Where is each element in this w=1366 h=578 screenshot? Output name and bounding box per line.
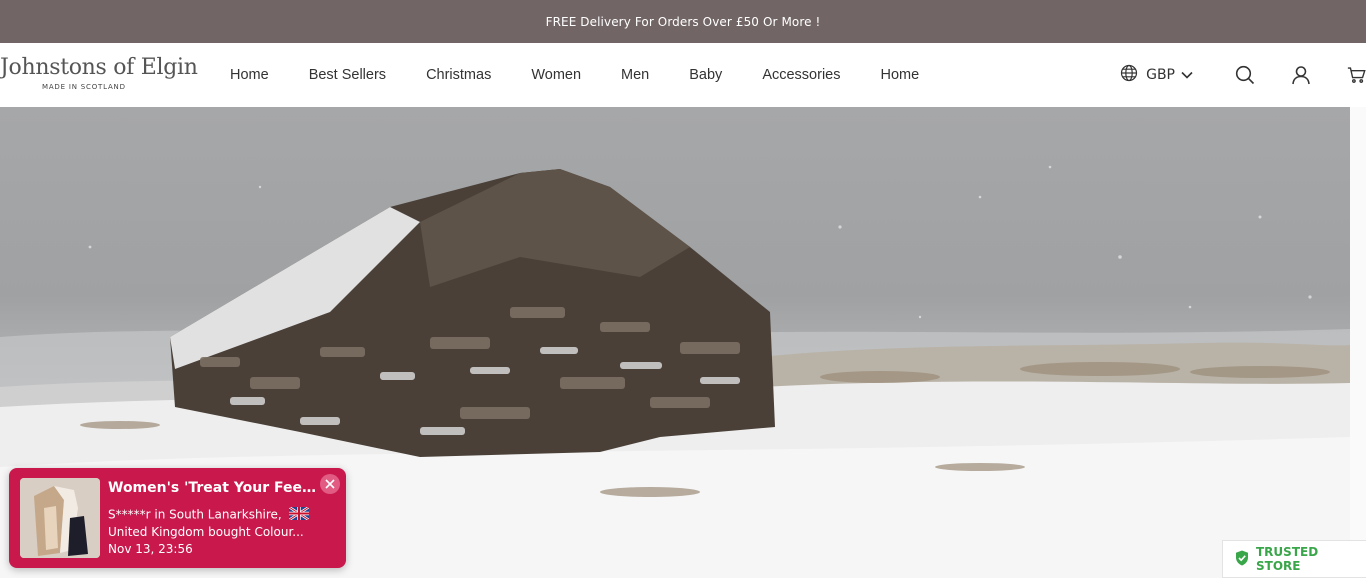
nav-item-home-2[interactable]: Home <box>880 67 919 83</box>
search-icon[interactable] <box>1235 65 1255 85</box>
announcement-bar: FREE Delivery For Orders Over £50 Or Mor… <box>0 0 1366 43</box>
shield-check-icon <box>1235 550 1256 569</box>
close-icon[interactable] <box>320 474 340 494</box>
trusted-store-label: TRUSTED STORE <box>1256 545 1319 573</box>
uk-flag-icon <box>287 507 310 523</box>
brand-name: Johnstons of Elgin <box>0 55 198 80</box>
product-thumbnail <box>20 478 100 558</box>
account-icon[interactable] <box>1291 65 1311 85</box>
nav-item-best-sellers[interactable]: Best Sellers <box>309 67 386 83</box>
nav-item-christmas[interactable]: Christmas <box>426 67 491 83</box>
globe-icon <box>1120 64 1146 86</box>
popup-line-buyer: S*****r in South Lanarkshire, <box>108 507 333 523</box>
popup-timestamp: Nov 13, 23:56 <box>108 542 193 556</box>
announcement-text: FREE Delivery For Orders Over £50 Or Mor… <box>545 14 821 29</box>
recent-purchase-popup[interactable]: Women's 'Treat Your Feet' C... S*****r i… <box>9 468 346 568</box>
nav-item-men[interactable]: Men <box>621 67 649 83</box>
nav-item-baby[interactable]: Baby <box>689 67 722 83</box>
chevron-down-icon <box>1181 67 1201 83</box>
nav-item-women[interactable]: Women <box>531 67 581 83</box>
main-nav: Home Best Sellers Christmas Women Men Ba… <box>230 43 959 107</box>
brand-logo[interactable]: Johnstons of Elgin MADE IN SCOTLAND <box>0 55 198 97</box>
cart-icon[interactable] <box>1347 65 1366 85</box>
header-tools: GBP <box>1120 43 1366 107</box>
popup-line-product: United Kingdom bought Colour... <box>108 525 304 539</box>
currency-label: GBP <box>1146 67 1175 83</box>
popup-title: Women's 'Treat Your Feet' C... <box>108 480 318 496</box>
nav-item-accessories[interactable]: Accessories <box>762 67 840 83</box>
brand-tagline: MADE IN SCOTLAND <box>42 83 126 91</box>
currency-selector[interactable]: GBP <box>1120 64 1201 86</box>
page-scrollbar[interactable] <box>1350 107 1366 578</box>
site-header: Johnstons of Elgin MADE IN SCOTLAND Home… <box>0 43 1366 107</box>
trusted-store-badge[interactable]: TRUSTED STORE <box>1222 540 1366 578</box>
nav-item-home[interactable]: Home <box>230 67 269 83</box>
